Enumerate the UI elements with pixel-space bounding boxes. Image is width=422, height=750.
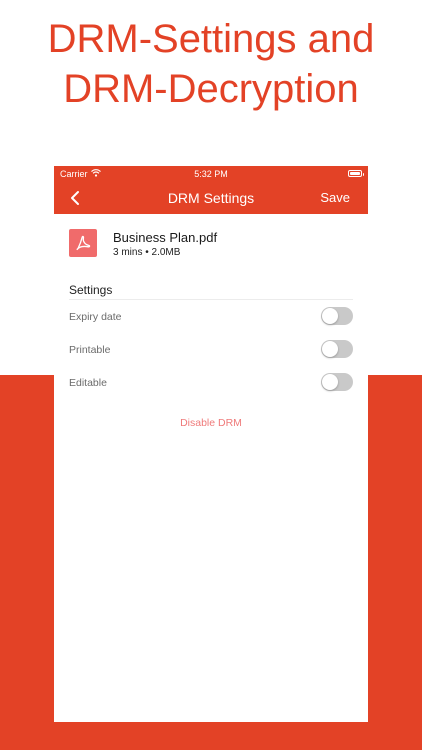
navigation-bar: DRM Settings Save: [54, 182, 368, 214]
disable-drm-button[interactable]: Disable DRM: [54, 417, 368, 429]
setting-label-editable: Editable: [69, 377, 107, 389]
setting-label-expiry-date: Expiry date: [69, 311, 122, 323]
setting-row-printable: Printable: [54, 333, 368, 366]
status-bar: Carrier 5:32 PM: [54, 166, 368, 182]
battery-icon: [348, 170, 364, 177]
headline-line-1: DRM-Settings and: [47, 17, 375, 61]
status-time: 5:32 PM: [194, 169, 228, 179]
toggle-knob: [322, 374, 338, 390]
file-info-row: Business Plan.pdf 3 mins • 2.0MB: [54, 214, 368, 282]
pdf-icon: [69, 229, 97, 257]
phone-screen: Carrier 5:32 PM DRM Settings Save Busine…: [54, 166, 368, 722]
headline-line-2: DRM-Decryption: [63, 67, 359, 111]
settings-section-title: Settings: [69, 283, 113, 297]
save-button[interactable]: Save: [320, 190, 350, 205]
printable-toggle[interactable]: [321, 340, 353, 358]
expiry-date-toggle[interactable]: [321, 307, 353, 325]
toggle-knob: [322, 341, 338, 357]
setting-row-editable: Editable: [54, 366, 368, 399]
setting-row-expiry-date: Expiry date: [54, 300, 368, 333]
file-name: Business Plan.pdf: [113, 230, 218, 245]
setting-label-printable: Printable: [69, 344, 111, 356]
promo-headline: DRM-Settings and DRM-Decryption: [0, 14, 422, 114]
file-meta: 3 mins • 2.0MB: [113, 247, 181, 258]
toggle-knob: [322, 308, 338, 324]
editable-toggle[interactable]: [321, 373, 353, 391]
